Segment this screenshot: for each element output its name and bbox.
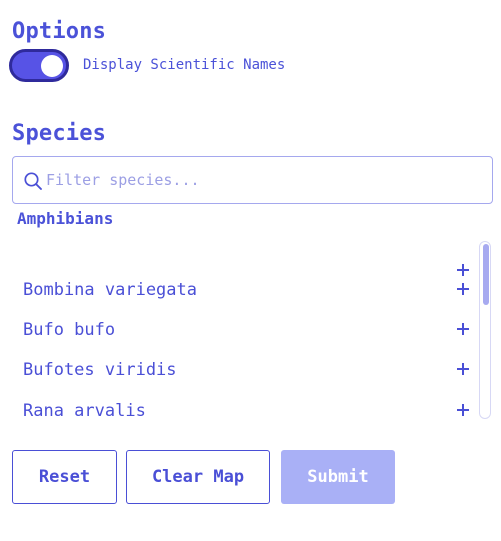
- scientific-names-toggle[interactable]: [9, 49, 69, 82]
- reset-button[interactable]: Reset: [12, 450, 117, 504]
- submit-button[interactable]: Submit: [281, 450, 395, 504]
- species-filter-input[interactable]: [46, 167, 476, 193]
- species-name: Bufotes viridis: [23, 360, 177, 380]
- species-search[interactable]: [12, 156, 493, 204]
- add-icon[interactable]: [456, 282, 470, 296]
- add-icon[interactable]: [456, 322, 470, 336]
- list-item[interactable]: Rana arvalis: [12, 393, 477, 420]
- species-name: Bufo bufo: [23, 320, 116, 340]
- list-item[interactable]: Bufo bufo: [12, 312, 477, 352]
- species-title: Species: [12, 121, 107, 146]
- search-icon: [24, 172, 42, 190]
- add-icon[interactable]: [456, 403, 470, 417]
- list-item[interactable]: Bombina variegata: [12, 272, 477, 312]
- add-icon[interactable]: [456, 362, 470, 376]
- clear-map-button[interactable]: Clear Map: [126, 450, 270, 504]
- species-name: Bombina variegata: [23, 280, 197, 300]
- toggle-label: Display Scientific Names: [83, 57, 286, 73]
- list-item[interactable]: Bufotes viridis: [12, 352, 477, 392]
- scrollbar-thumb[interactable]: [483, 244, 489, 305]
- toggle-knob: [41, 55, 63, 77]
- species-list: Bombina variegata Bufo bufo Bufotes viri…: [12, 240, 493, 420]
- group-label-amphibians: Amphibians: [17, 209, 114, 228]
- species-name: Rana arvalis: [23, 401, 146, 420]
- options-title: Options: [12, 19, 107, 44]
